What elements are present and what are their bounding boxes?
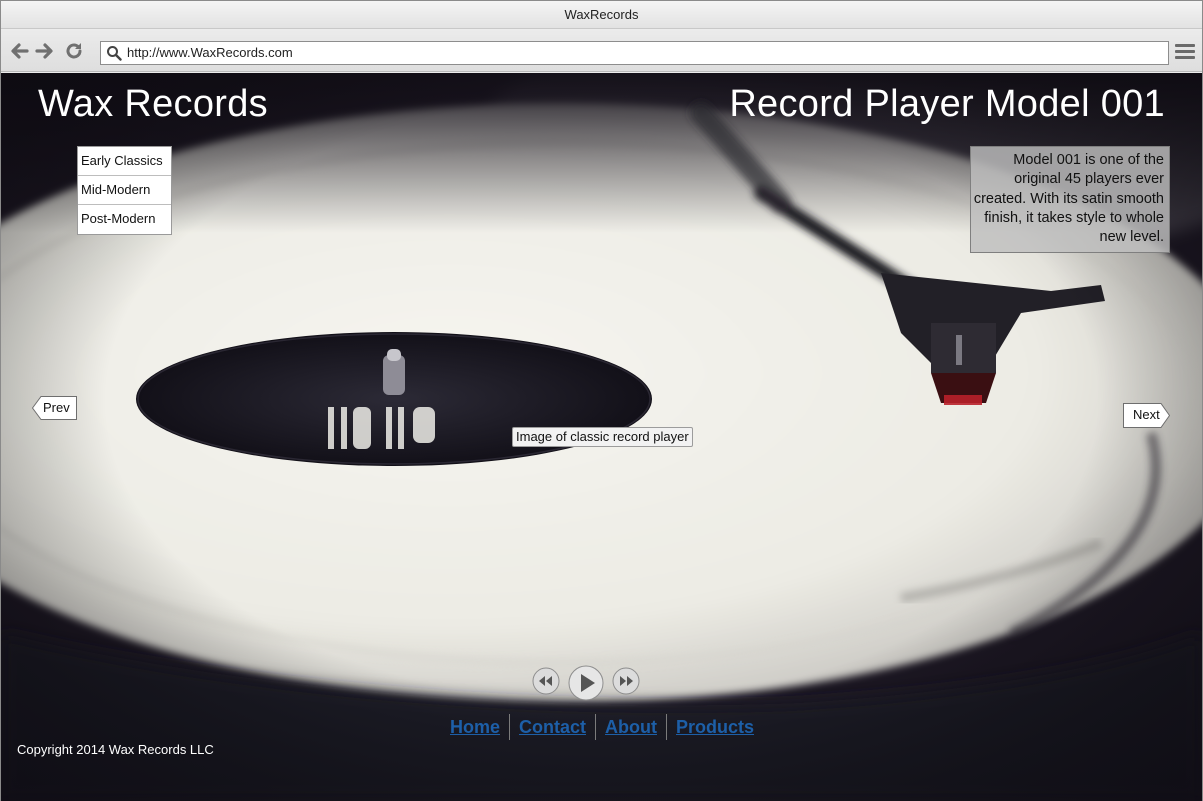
category-menu: Early Classics Mid-Modern Post-Modern — [77, 146, 172, 235]
rewind-icon[interactable] — [532, 667, 560, 695]
next-label: Next — [1133, 407, 1160, 422]
category-item-mid-modern[interactable]: Mid-Modern — [78, 176, 171, 205]
prev-button[interactable]: Prev — [32, 396, 77, 420]
url-text[interactable]: http://www.WaxRecords.com — [127, 42, 293, 64]
browser-toolbar: http://www.WaxRecords.com — [1, 30, 1202, 72]
window-titlebar: WaxRecords — [1, 1, 1202, 29]
footer-link-home[interactable]: Home — [441, 714, 509, 740]
play-icon[interactable] — [568, 665, 604, 701]
arrow-left-icon[interactable] — [8, 40, 30, 62]
footer-link-contact[interactable]: Contact — [510, 714, 595, 740]
fast-forward-icon[interactable] — [612, 667, 640, 695]
footer-nav: Home Contact About Products — [441, 713, 763, 741]
product-title: Record Player Model 001 — [729, 83, 1165, 125]
hamburger-menu-icon[interactable] — [1175, 44, 1195, 62]
image-caption: Image of classic record player — [512, 427, 693, 447]
reload-icon[interactable] — [63, 40, 85, 62]
page-viewport: Wax Records Record Player Model 001 Earl… — [1, 73, 1202, 801]
arrow-right-icon[interactable] — [34, 40, 56, 62]
next-button[interactable]: Next — [1123, 403, 1170, 428]
address-bar[interactable]: http://www.WaxRecords.com — [100, 41, 1169, 65]
footer-link-products[interactable]: Products — [667, 714, 763, 740]
category-item-early-classics[interactable]: Early Classics — [78, 147, 171, 176]
category-item-post-modern[interactable]: Post-Modern — [78, 205, 171, 234]
product-description-box: Model 001 is one of the original 45 play… — [970, 146, 1170, 253]
browser-window: WaxRecords http://www.WaxRecords.com Wax… — [0, 0, 1203, 801]
site-title[interactable]: Wax Records — [38, 83, 268, 126]
footer-link-about[interactable]: About — [596, 714, 666, 740]
prev-label: Prev — [43, 400, 70, 415]
search-icon — [107, 46, 122, 61]
copyright-text: Copyright 2014 Wax Records LLC — [17, 742, 214, 757]
product-description: Model 001 is one of the original 45 play… — [973, 152, 1164, 246]
